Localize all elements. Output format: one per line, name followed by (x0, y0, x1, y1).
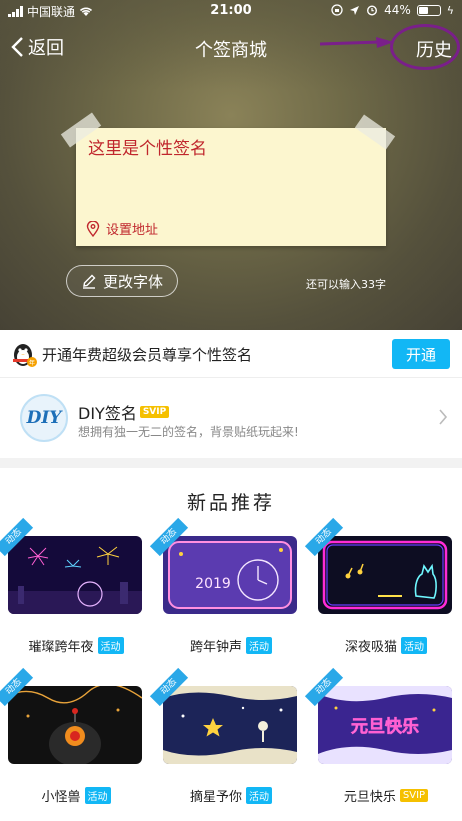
charging-icon: ϟ (446, 3, 454, 17)
status-bar: 中国联通 21:00 44% ϟ (0, 0, 462, 22)
product-card[interactable]: 动态 2019 跨年钟声 活动 (149, 517, 307, 674)
set-location-label: 设置地址 (106, 223, 159, 238)
set-location-button[interactable]: 设置地址 (86, 219, 158, 238)
product-name: 小怪兽 (41, 790, 81, 805)
product-card[interactable]: 动态 元旦快乐 元旦快乐 SVIP (304, 667, 462, 821)
svg-text:年: 年 (29, 359, 35, 367)
activity-tag: 活动 (97, 637, 124, 654)
section-title: 新品推荐 (186, 492, 275, 514)
new-year-happy-thumbnail: 元旦快乐 (318, 686, 452, 764)
product-name: 摘星予你 (189, 790, 242, 805)
change-font-label: 更改字体 (102, 272, 163, 291)
open-vip-button[interactable]: 开通 (392, 339, 450, 369)
location-arrow-icon (350, 5, 360, 15)
new-year-bell-thumbnail: 2019 (163, 536, 297, 614)
svip-badge: SVIP (139, 406, 170, 418)
activity-tag: 活动 (84, 787, 111, 804)
diy-logo: DIY (20, 394, 68, 442)
product-name: 璀璨跨年夜 (28, 640, 94, 655)
pencil-icon (82, 274, 96, 289)
battery-icon (416, 4, 441, 16)
vip-banner-text: 开通年费超级会员尊享个性签名 (42, 346, 253, 364)
alarm-icon (367, 5, 378, 16)
activity-tag: 活动 (246, 787, 272, 804)
signature-text[interactable]: 这里是个性签名 (88, 134, 207, 159)
diy-title-text: DIY签名 (78, 404, 137, 423)
chevron-right-icon (439, 409, 448, 425)
product-card[interactable]: 动态 小怪兽 活动 (0, 667, 152, 821)
vip-banner[interactable]: 年 开通年费超级会员尊享个性签名 开通 (0, 330, 462, 378)
signature-shop-page: 中国联通 21:00 44% ϟ 返回 个签商城 历史 这里是个性签名 设置地址 (0, 0, 462, 821)
svip-tag: SVIP (399, 789, 429, 802)
product-name: 深夜吸猫 (344, 640, 397, 655)
night-cat-thumbnail (318, 536, 452, 614)
svg-text:2019: 2019 (195, 576, 231, 592)
activity-tag: 活动 (246, 637, 272, 654)
qq-penguin-icon: 年 (13, 344, 37, 367)
product-card[interactable]: 动态 璀璨跨年夜 活动 (0, 517, 152, 674)
battery-percent: 44% (384, 3, 411, 17)
rotation-lock-icon (331, 4, 343, 16)
diy-title: DIY签名 SVIP (78, 400, 170, 424)
product-name: 跨年钟声 (189, 640, 242, 655)
thumbnail-text: 元旦快乐 (351, 716, 419, 737)
location-pin-icon (86, 220, 100, 237)
fireworks-night-thumbnail (8, 536, 142, 614)
annotation-arrow (320, 37, 394, 48)
product-card[interactable]: 动态 摘星予你 活动 (149, 667, 307, 821)
annotation-ellipse (390, 24, 460, 70)
diy-description: 想拥有独一无二的签名，背景贴纸玩起来! (78, 425, 299, 439)
product-name: 元旦快乐 (343, 790, 396, 805)
signature-note[interactable]: 这里是个性签名 设置地址 (76, 128, 386, 246)
activity-tag: 活动 (401, 637, 427, 654)
little-monster-thumbnail (8, 686, 142, 764)
pick-star-thumbnail (163, 686, 297, 764)
change-font-button[interactable]: 更改字体 (66, 265, 178, 297)
product-card[interactable]: 动态 深夜吸猫 活动 (304, 517, 462, 674)
diy-signature-entry[interactable]: DIY DIY签名 SVIP 想拥有独一无二的签名，背景贴纸玩起来! (0, 378, 462, 458)
new-products-section: 新品推荐 动态 璀璨跨年夜 活动 动态 2019 跨年钟声 活动 动态 深夜吸猫… (0, 468, 462, 821)
remaining-chars: 还可以输入33字 (306, 278, 386, 291)
